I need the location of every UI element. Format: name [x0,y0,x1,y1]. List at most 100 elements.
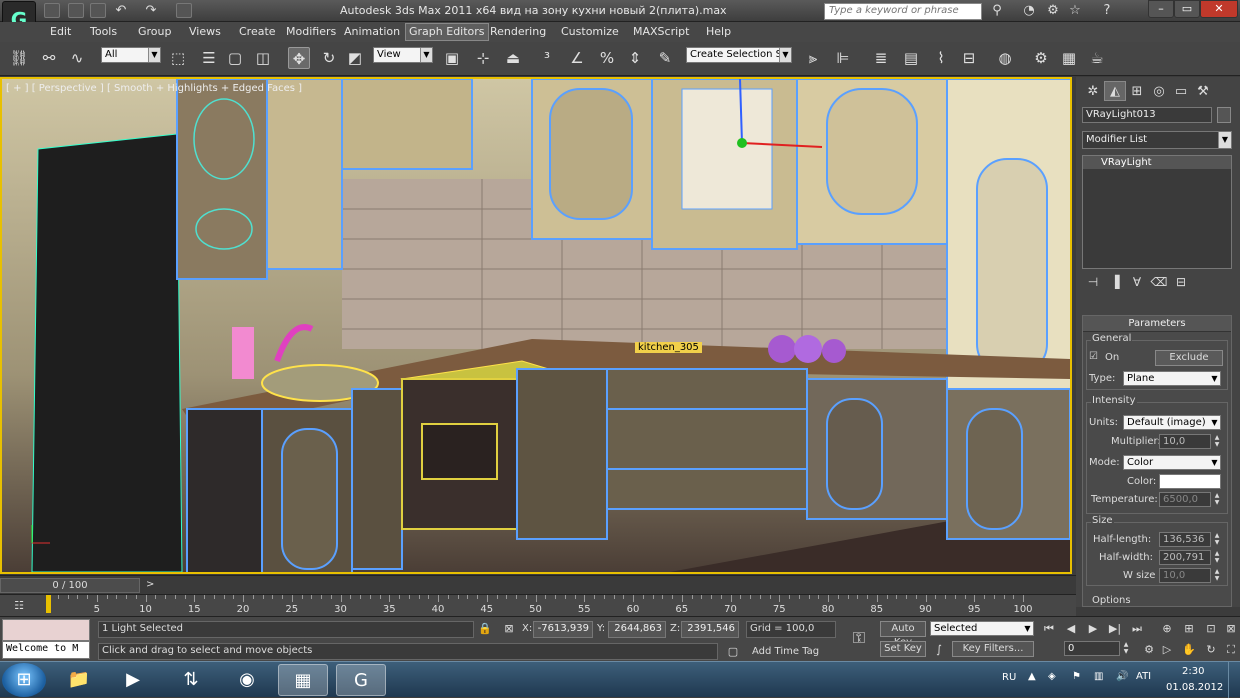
mode-dropdown[interactable]: Color ▼ [1123,455,1221,470]
language-indicator[interactable]: RU [1002,672,1016,683]
maximize-button[interactable]: ▭ [1174,0,1200,18]
clock-time[interactable]: 2:30 [1182,666,1204,677]
help-icon[interactable]: ? [1098,2,1116,20]
graphite-tools-icon[interactable]: ▤ [900,47,922,69]
show-desktop-button[interactable] [1228,662,1240,698]
key-mode-dropdown[interactable]: Selected ▼ [930,621,1034,636]
maximize-viewport-icon[interactable]: ⛶ [1222,641,1240,659]
orbit-icon[interactable]: ↻ [1202,641,1220,659]
menu-group[interactable]: Group [138,25,172,38]
media-player-taskbar-icon[interactable]: ▶ [108,664,158,696]
field-of-view-icon[interactable]: ▷ [1158,641,1176,659]
rendered-frame-window-icon[interactable]: ▦ [1058,47,1080,69]
pan-view-icon[interactable]: ✋ [1180,641,1198,659]
unlink-icon[interactable]: ⚯ [38,47,60,69]
parameters-rollout-title[interactable]: Parameters [1083,316,1231,332]
maxscript-mini-listener[interactable]: Welcome to M [2,641,90,659]
half-width-field[interactable]: 200,791 [1159,550,1211,565]
absolute-mode-icon[interactable]: ⊠ [500,620,518,638]
on-checkbox-icon[interactable]: ☑ [1089,351,1098,362]
zoom-extents-icon[interactable]: ⊡ [1202,620,1220,638]
track-bar[interactable]: ☷ 5 10 15 20 25 30 35 40 45 50 55 60 65 70 75 80 85 90 95 1… [0,594,1076,616]
bind-space-warp-icon[interactable]: ∿ [66,47,88,69]
multiplier-spinner-icon[interactable]: ▲ ▼ [1213,434,1221,449]
display-tab-icon[interactable]: ▭ [1170,82,1192,102]
material-editor-icon[interactable]: ◍ [994,47,1016,69]
play-icon[interactable]: ▶ [1084,620,1102,638]
render-setup-icon[interactable]: ⚙ [1030,47,1052,69]
viewport-label[interactable]: [ + ] [ Perspective ] [ Smooth + Highlig… [6,83,302,94]
pin-stack-icon[interactable]: ⊣ [1082,275,1104,293]
schematic-view-icon[interactable]: ⊟ [958,47,980,69]
key-filters-button[interactable]: Key Filters... [952,641,1034,657]
favorites-star-icon[interactable]: ☆ [1066,2,1084,20]
menu-animation[interactable]: Animation [344,25,400,38]
previous-frame-icon[interactable]: ◀ [1062,620,1080,638]
tray-app-icon[interactable]: ◈ [1048,671,1056,682]
x-coordinate-field[interactable]: -7613,939 [533,621,593,638]
menu-maxscript[interactable]: MAXScript [633,25,689,38]
show-end-result-icon[interactable]: ▐ [1104,275,1126,293]
time-tag-icon[interactable]: ▢ [724,643,742,661]
menu-edit[interactable]: Edit [50,25,71,38]
network-icon[interactable]: ▥ [1094,671,1103,682]
minimize-button[interactable]: – [1148,0,1174,18]
image-viewer-taskbar-icon[interactable]: ▦ [278,664,328,696]
motion-tab-icon[interactable]: ◎ [1148,82,1170,102]
render-production-icon[interactable]: ☕ [1086,47,1108,69]
keyboard-shortcut-override-icon[interactable]: ⏏ [502,47,524,69]
object-name-field[interactable]: VRayLight013 [1082,107,1212,123]
modifier-list-dropdown[interactable]: Modifier List ▼ [1082,131,1232,149]
next-key-frame-icon[interactable]: ▶| [1106,620,1124,638]
y-coordinate-field[interactable]: 2644,863 [608,621,666,638]
go-to-end-icon[interactable]: ⏭ [1128,620,1146,638]
exclude-button[interactable]: Exclude [1155,350,1223,366]
go-to-start-icon[interactable]: ⏮ [1040,620,1058,638]
current-frame-spinner-icon[interactable]: ▲ ▼ [1122,641,1130,656]
select-and-manipulate-icon[interactable]: ⊹ [472,47,494,69]
utilities-tab-icon[interactable]: ⚒ [1192,82,1214,102]
menu-help[interactable]: Help [706,25,731,38]
layer-manager-icon[interactable]: ≣ [870,47,892,69]
binoculars-icon[interactable]: ⚲ [988,2,1006,20]
ati-catalyst-icon[interactable]: ATI [1136,671,1151,682]
clock-date[interactable]: 01.08.2012 [1166,682,1223,693]
perspective-viewport[interactable]: [ + ] [ Perspective ] [ Smooth + Highlig… [0,77,1072,574]
pivot-center-icon[interactable]: ▣ [441,47,463,69]
add-time-tag[interactable]: Add Time Tag [752,646,819,657]
remove-modifier-icon[interactable]: ⌫ [1148,275,1170,293]
multiplier-field[interactable]: 10,0 [1159,434,1211,449]
time-slider[interactable]: 0 / 100 [0,578,140,593]
select-and-link-icon[interactable]: ⛓ [8,47,30,69]
timeline-current-frame-marker[interactable] [46,595,51,613]
tangent-type-icon[interactable]: ∫ [930,641,948,659]
temperature-spinner-icon[interactable]: ▲ ▼ [1213,492,1221,507]
select-by-name-icon[interactable]: ☰ [198,47,220,69]
units-dropdown[interactable]: Default (image) ▼ [1123,415,1221,430]
named-selection-set-dropdown[interactable]: Create Selection Se ▼ [686,47,792,63]
spinner-snap-icon[interactable]: ⇕ [624,47,646,69]
configure-modifier-sets-icon[interactable]: ⊟ [1170,275,1192,293]
hierarchy-tab-icon[interactable]: ⊞ [1126,82,1148,102]
half-length-field[interactable]: 136,536 [1159,532,1211,547]
open-file-icon[interactable] [68,3,84,18]
align-icon[interactable]: ⊫ [832,47,854,69]
chrome-taskbar-icon[interactable]: ◉ [222,664,272,696]
volume-icon[interactable]: 🔊 [1116,671,1128,682]
angle-snap-icon[interactable]: ∠ [566,47,588,69]
time-configuration-icon[interactable]: ⚙ [1140,641,1158,659]
half-length-spinner-icon[interactable]: ▲ ▼ [1213,532,1221,547]
zoom-icon[interactable]: ⊕ [1158,620,1176,638]
set-key-filter-key-icon[interactable]: ⚿ [850,629,868,647]
zoom-all-icon[interactable]: ⊞ [1180,620,1198,638]
timeline-ruler[interactable]: 5 10 15 20 25 30 35 40 45 50 55 60 65 70 75 80 85 90 95 100 [46,595,1038,617]
mini-curve-editor-icon[interactable]: ☷ [10,597,28,615]
z-coordinate-field[interactable]: 2391,546 [681,621,739,638]
temperature-field[interactable]: 6500,0 [1159,492,1211,507]
torrent-taskbar-icon[interactable]: ⇅ [166,664,216,696]
create-tab-icon[interactable]: ✲ [1082,82,1104,102]
tray-expand-icon[interactable]: ▲ [1028,671,1036,682]
search-input[interactable]: Type a keyword or phrase [824,3,982,20]
percent-snap-icon[interactable]: % [596,47,618,69]
zoom-extents-all-icon[interactable]: ⊠ [1222,620,1240,638]
